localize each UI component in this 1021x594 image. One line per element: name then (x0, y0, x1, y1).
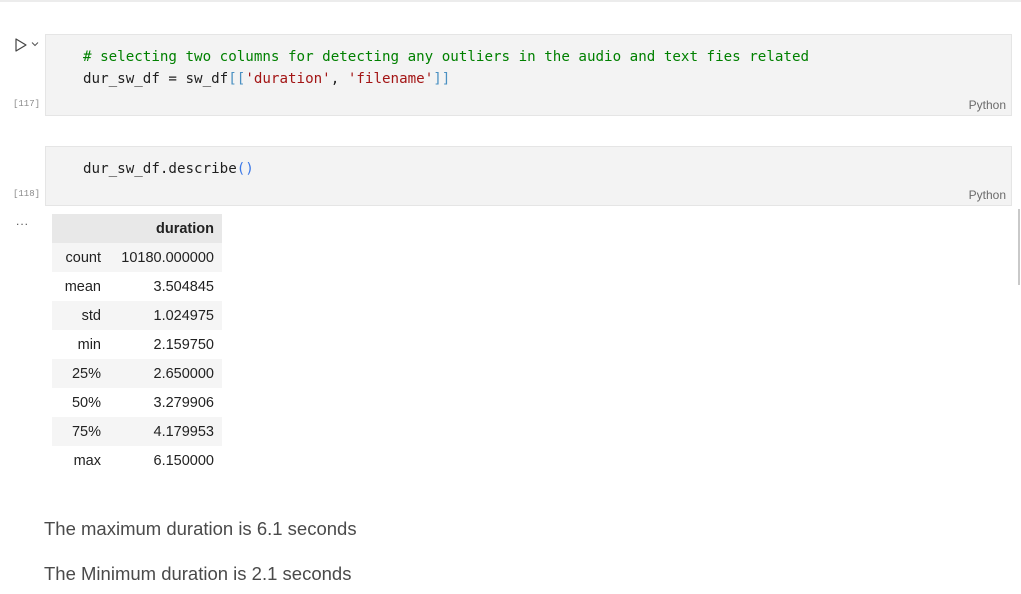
code-string-filename: 'filename' (347, 71, 434, 87)
cell-value: 2.650000 (109, 359, 222, 388)
output-more-actions-icon[interactable]: ... (16, 214, 29, 228)
table-row: 25% 2.650000 (52, 359, 222, 388)
markdown-max-duration: The maximum duration is 6.1 seconds (44, 518, 357, 539)
cell-value: 3.504845 (109, 272, 222, 301)
code-call: dur_sw_df.describe (83, 161, 237, 177)
code-assignment: dur_sw_df = sw_df (83, 71, 229, 87)
top-divider (0, 0, 1021, 2)
table-corner-header (52, 214, 109, 243)
run-icon[interactable] (13, 37, 29, 53)
code-comment: # selecting two columns for detecting an… (83, 49, 810, 65)
row-index: std (52, 301, 109, 330)
table-header-row: duration (52, 214, 222, 243)
table-row: std 1.024975 (52, 301, 222, 330)
table-row: count 10180.000000 (52, 243, 222, 272)
table-row: mean 3.504845 (52, 272, 222, 301)
table-row: min 2.159750 (52, 330, 222, 359)
scrollbar-thumb[interactable] (1018, 209, 1020, 285)
language-label[interactable]: Python (969, 98, 1006, 112)
code-separator: , (330, 71, 348, 87)
markdown-min-duration: The Minimum duration is 2.1 seconds (44, 563, 352, 584)
row-index: 25% (52, 359, 109, 388)
code-string-duration: 'duration' (245, 71, 331, 87)
code-bracket-close: ]] (433, 71, 451, 87)
execution-count: [118] (13, 189, 41, 199)
chevron-down-icon[interactable] (31, 40, 39, 48)
table-row: 50% 3.279906 (52, 388, 222, 417)
code-cell-117[interactable]: # selecting two columns for detecting an… (45, 34, 1012, 116)
cell-value: 1.024975 (109, 301, 222, 330)
table-row: 75% 4.179953 (52, 417, 222, 446)
column-header-duration: duration (109, 214, 222, 243)
code-editor[interactable]: # selecting two columns for detecting an… (83, 46, 809, 90)
row-index: max (52, 446, 109, 475)
cell-value: 6.150000 (109, 446, 222, 475)
dataframe-table: duration count 10180.000000 mean 3.50484… (52, 214, 222, 475)
cell-value: 3.279906 (109, 388, 222, 417)
row-index: mean (52, 272, 109, 301)
execution-count: [117] (13, 99, 41, 109)
table-row: max 6.150000 (52, 446, 222, 475)
cell-value: 4.179953 (109, 417, 222, 446)
cell-value: 10180.000000 (109, 243, 222, 272)
row-index: min (52, 330, 109, 359)
language-label[interactable]: Python (969, 188, 1006, 202)
code-bracket-open: [[ (228, 71, 246, 87)
code-editor[interactable]: dur_sw_df.describe() (83, 158, 254, 180)
code-parens: () (236, 161, 254, 177)
notebook: # selecting two columns for detecting an… (0, 0, 1021, 594)
row-index: count (52, 243, 109, 272)
cell-value: 2.159750 (109, 330, 222, 359)
row-index: 50% (52, 388, 109, 417)
row-index: 75% (52, 417, 109, 446)
code-cell-118[interactable]: dur_sw_df.describe() Python (45, 146, 1012, 206)
